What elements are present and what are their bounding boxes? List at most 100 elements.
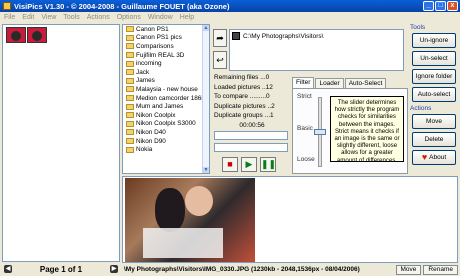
folder-item[interactable]: Nikon Coolpix bbox=[123, 111, 209, 120]
folder-icon bbox=[126, 112, 134, 119]
status-bar: \My Photographs\Visitors\IMG_0330.JPG (1… bbox=[122, 264, 458, 275]
remove-folder-button[interactable]: ↩ bbox=[213, 51, 227, 69]
arrow-left-icon: ↩ bbox=[216, 55, 224, 65]
folder-item[interactable]: incoming bbox=[123, 59, 209, 68]
un-select-button[interactable]: Un-select bbox=[412, 51, 456, 66]
duplicates-thumbnail-pane[interactable] bbox=[2, 24, 120, 262]
folder-icon bbox=[126, 120, 134, 127]
folder-item[interactable]: Medion camcorder 186i bbox=[123, 94, 209, 103]
path-arrows: ➦ ↩ bbox=[213, 29, 227, 71]
folder-icon bbox=[126, 34, 134, 41]
maximize-button[interactable]: □ bbox=[435, 1, 446, 11]
menu-bar: File Edit View Tools Actions Options Win… bbox=[0, 12, 460, 23]
next-page-icon[interactable]: ▶ bbox=[110, 265, 118, 273]
pause-button[interactable]: ❚❚ bbox=[260, 156, 276, 172]
strictness-slider-thumb[interactable] bbox=[314, 129, 326, 135]
folder-icon bbox=[126, 103, 134, 110]
loaded-pictures: Loaded pictures ..12 bbox=[214, 83, 273, 91]
folder-item[interactable]: Nikon D90 bbox=[123, 137, 209, 146]
folder-icon bbox=[126, 52, 134, 59]
folder-icon bbox=[126, 43, 134, 50]
window-title: VisiPics V1.30 - © 2004-2008 - Guillaume… bbox=[14, 1, 230, 11]
menu-options[interactable]: Options bbox=[117, 14, 141, 21]
filter-tooltip: The slider determines how strictly the p… bbox=[330, 96, 404, 164]
heart-icon: ♥ bbox=[421, 152, 428, 162]
tools-group-title: Tools bbox=[410, 24, 426, 31]
status-move-button[interactable]: Move bbox=[395, 264, 422, 275]
arrow-right-icon: ➦ bbox=[216, 33, 224, 43]
remaining-files: Remaining files ...0 bbox=[214, 74, 270, 81]
title-bar: VisiPics V1.30 - © 2004-2008 - Guillaume… bbox=[0, 0, 460, 12]
tab-loader[interactable]: Loader bbox=[315, 78, 344, 88]
scan-statistics: Remaining files ...0 Loaded pictures ..1… bbox=[214, 73, 290, 172]
pagination: ◀ Page 1 of 1 ▶ bbox=[2, 263, 120, 275]
tab-filter[interactable]: Filter bbox=[292, 77, 315, 88]
folder-icon bbox=[126, 138, 134, 145]
folder-icon bbox=[126, 86, 134, 93]
close-button[interactable]: x bbox=[447, 1, 458, 11]
folder-item[interactable]: Jack bbox=[123, 68, 209, 77]
folder-item[interactable]: Nikon Coolpix S3000 bbox=[123, 120, 209, 129]
duplicate-pictures: Duplicate pictures ..2 bbox=[214, 102, 275, 110]
play-icon: ▶ bbox=[245, 158, 253, 169]
folder-icon bbox=[126, 69, 134, 76]
filter-panel: Strict Basic Loose The slider determines… bbox=[292, 88, 408, 174]
stop-button[interactable]: ■ bbox=[222, 156, 238, 172]
folder-icon bbox=[126, 95, 134, 102]
menu-view[interactable]: View bbox=[41, 14, 56, 21]
move-button[interactable]: Move bbox=[412, 114, 456, 129]
actions-group-title: Actions bbox=[410, 105, 432, 112]
folder-item[interactable]: Nokia bbox=[123, 145, 209, 154]
add-folder-button[interactable]: ➦ bbox=[213, 29, 227, 47]
loose-label: Loose bbox=[297, 156, 315, 163]
folder-item[interactable]: Fujifilm REAL 3D bbox=[123, 51, 209, 60]
stop-icon: ■ bbox=[227, 158, 233, 169]
about-button[interactable]: ♥ About bbox=[412, 150, 456, 165]
status-rename-button[interactable]: Rename bbox=[423, 264, 458, 275]
scroll-up-icon[interactable]: ▲ bbox=[203, 25, 209, 31]
scroll-down-icon[interactable]: ▼ bbox=[203, 167, 209, 173]
un-ignore-button[interactable]: Un-ignore bbox=[412, 33, 456, 48]
folder-item[interactable]: Nikon D40 bbox=[123, 128, 209, 137]
start-button[interactable]: ▶ bbox=[241, 156, 257, 172]
tab-auto-select[interactable]: Auto-Select bbox=[344, 78, 387, 88]
side-panel: Tools Un-ignore Un-select Ignore folder … bbox=[410, 24, 458, 176]
folder-item[interactable]: Canon PS1 pics bbox=[123, 34, 209, 43]
folder-list-icon bbox=[232, 32, 240, 40]
folder-item[interactable]: Canon PS1 bbox=[123, 25, 209, 34]
menu-help[interactable]: Help bbox=[180, 14, 194, 21]
prev-page-icon[interactable]: ◀ bbox=[4, 265, 12, 273]
basic-label: Basic bbox=[297, 125, 313, 132]
auto-select-button[interactable]: Auto-select bbox=[412, 87, 456, 102]
folder-item[interactable]: James bbox=[123, 77, 209, 86]
progress-bar-secondary bbox=[214, 142, 288, 152]
strict-label: Strict bbox=[297, 93, 312, 100]
folder-item[interactable]: Mum and James bbox=[123, 102, 209, 111]
about-label: About bbox=[429, 154, 447, 161]
folder-item[interactable]: Comparisons bbox=[123, 42, 209, 51]
folder-scrollbar[interactable]: ▲ ▼ bbox=[202, 25, 209, 173]
path-entry[interactable]: C:\My Photographs\Visitors\ bbox=[230, 30, 403, 42]
minimize-button[interactable]: _ bbox=[423, 1, 434, 11]
folder-icon bbox=[126, 77, 134, 84]
path-value: C:\My Photographs\Visitors\ bbox=[243, 32, 324, 40]
folder-icon bbox=[126, 26, 134, 33]
menu-actions[interactable]: Actions bbox=[87, 14, 110, 21]
duplicate-groups: Duplicate groups ...1 bbox=[214, 112, 274, 119]
folder-item[interactable]: Malaysia - new house bbox=[123, 85, 209, 94]
menu-window[interactable]: Window bbox=[148, 14, 173, 21]
ignore-folder-button[interactable]: Ignore folder bbox=[412, 69, 456, 84]
image-preview bbox=[122, 176, 458, 263]
folder-icon bbox=[126, 146, 134, 153]
settings-tabs: Filter Loader Auto-Select bbox=[292, 77, 387, 88]
delete-button[interactable]: Delete bbox=[412, 132, 456, 147]
duplicate-thumbnail[interactable] bbox=[27, 27, 47, 43]
folder-tree[interactable]: Canon PS1 Canon PS1 pics Comparisons Fuj… bbox=[122, 24, 210, 174]
menu-edit[interactable]: Edit bbox=[22, 14, 34, 21]
scan-path-list[interactable]: C:\My Photographs\Visitors\ bbox=[229, 29, 404, 71]
menu-file[interactable]: File bbox=[4, 14, 15, 21]
window-controls: _ □ x bbox=[423, 1, 458, 11]
menu-tools[interactable]: Tools bbox=[63, 14, 79, 21]
scan-controls: ■ ▶ ❚❚ bbox=[214, 156, 290, 172]
duplicate-thumbnail[interactable] bbox=[6, 27, 26, 43]
